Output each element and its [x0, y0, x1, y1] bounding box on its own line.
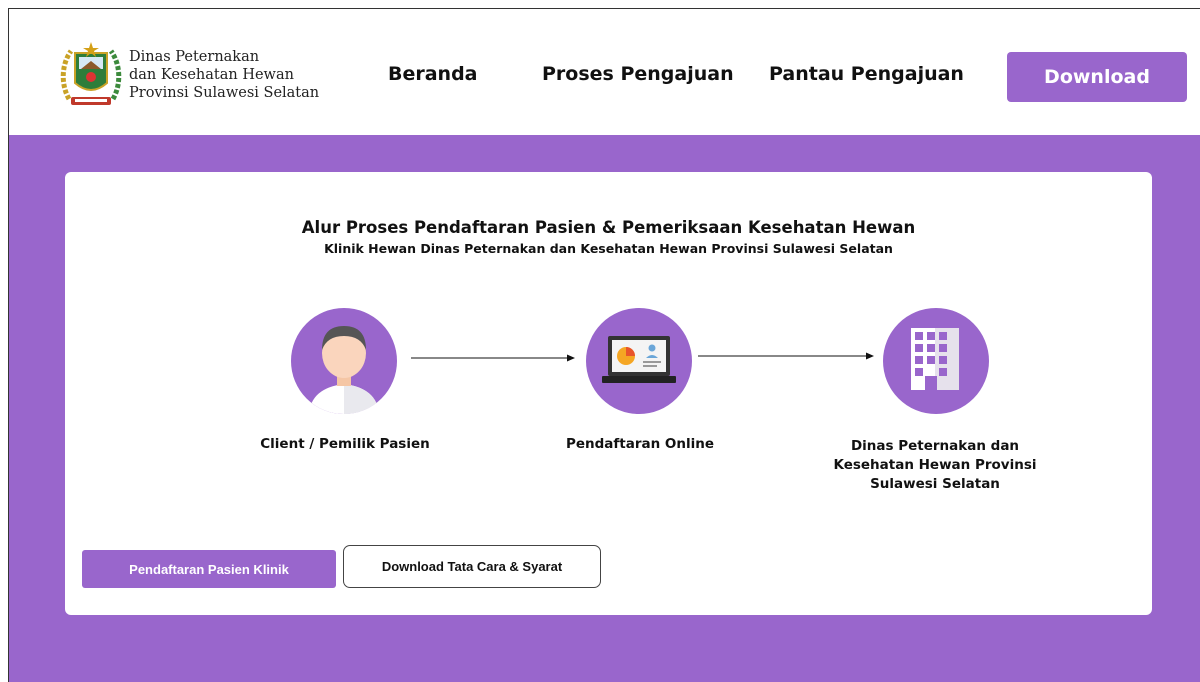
brand[interactable]: Dinas Peternakan dan Kesehatan Hewan Pro…: [59, 39, 319, 111]
step-client-circle: [291, 308, 397, 414]
org-name-line2: dan Kesehatan Hewan: [129, 67, 294, 83]
flow-arrow-1: [411, 354, 575, 362]
nav-proses-pengajuan[interactable]: Proses Pengajuan: [542, 63, 734, 85]
download-button[interactable]: Download: [1007, 52, 1187, 102]
step-online-circle: [586, 308, 692, 414]
hero-section: Alur Proses Pendaftaran Pasien & Pemerik…: [9, 135, 1200, 682]
site-header: Dinas Peternakan dan Kesehatan Hewan Pro…: [9, 9, 1200, 135]
process-title: Alur Proses Pendaftaran Pasien & Pemerik…: [301, 218, 916, 237]
register-patient-button[interactable]: Pendaftaran Pasien Klinik: [82, 550, 336, 588]
building-icon: [911, 328, 959, 390]
step-office-circle: [883, 308, 989, 414]
provincial-crest-logo: [60, 42, 122, 105]
step-online-label: Pendaftaran Online: [565, 436, 715, 452]
process-card: Alur Proses Pendaftaran Pasien & Pemerik…: [65, 172, 1152, 615]
step-office-label-line2: Kesehatan Hewan Provinsi: [833, 457, 1037, 473]
org-name-line1: Dinas Peternakan: [129, 49, 260, 65]
org-name-line3: Provinsi Sulawesi Selatan: [129, 85, 320, 101]
flow-arrow-2: [698, 352, 874, 360]
organization-name: Dinas Peternakan dan Kesehatan Hewan Pro…: [129, 48, 319, 102]
process-subtitle: Klinik Hewan Dinas Peternakan dan Keseha…: [324, 241, 893, 256]
step-client-label: Client / Pemilik Pasien: [260, 436, 430, 452]
step-office-label-line3: Sulawesi Selatan: [870, 476, 1000, 492]
step-office-label-line1: Dinas Peternakan dan: [850, 438, 1020, 454]
nav-pantau-pengajuan[interactable]: Pantau Pengajuan: [769, 63, 964, 85]
step-office-label: Dinas Peternakan dan Kesehatan Hewan Pro…: [815, 437, 1055, 494]
page-frame: Dinas Peternakan dan Kesehatan Hewan Pro…: [8, 8, 1200, 682]
laptop-icon: [602, 336, 676, 383]
nav-beranda[interactable]: Beranda: [388, 63, 478, 85]
person-icon: [309, 326, 379, 414]
download-procedure-button[interactable]: Download Tata Cara & Syarat: [343, 545, 601, 588]
